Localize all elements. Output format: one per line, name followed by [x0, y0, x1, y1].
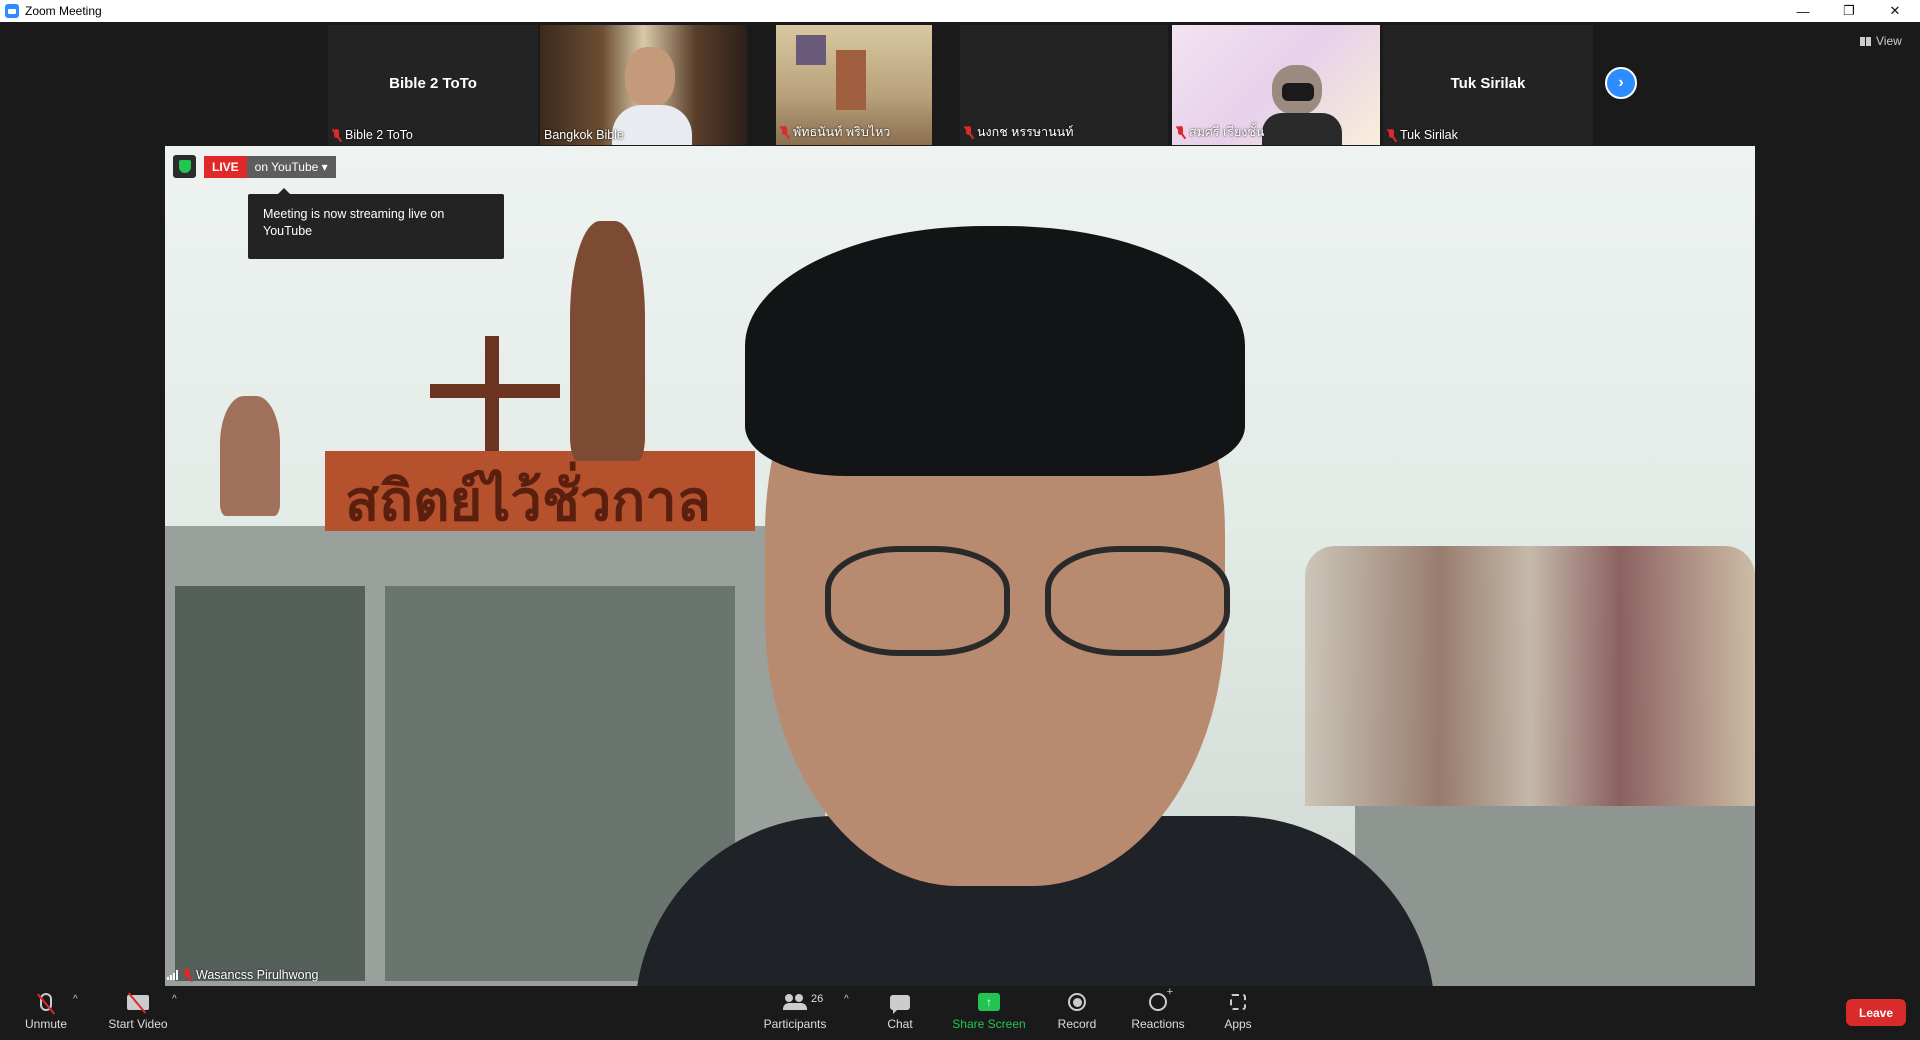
live-platform-label: on YouTube — [254, 159, 319, 174]
apps-label: Apps — [1224, 1017, 1252, 1031]
participant-tile[interactable]: พัทธนันท์ พริบไหว — [776, 25, 932, 145]
participant-label: Bangkok Bible — [544, 128, 624, 142]
participant-name: พัทธนันท์ พริบไหว — [793, 125, 891, 139]
participant-big-name: Bible 2 ToTo — [389, 75, 477, 92]
glasses — [1045, 546, 1230, 656]
share-screen-button[interactable]: ↑ Share Screen — [950, 990, 1028, 1038]
live-stream-indicator: LIVE on YouTube ▾ — [173, 155, 336, 178]
signal-strength-icon — [167, 970, 179, 980]
record-icon — [1068, 993, 1086, 1011]
participants-icon — [783, 994, 807, 1010]
participants-label: Participants — [763, 1017, 827, 1031]
face-mask — [1282, 83, 1314, 101]
view-button[interactable]: View — [1860, 34, 1902, 48]
unmute-label: Unmute — [24, 1017, 68, 1031]
reactions-label: Reactions — [1131, 1017, 1185, 1031]
zoom-app-icon — [5, 4, 19, 18]
next-page-arrow-icon[interactable]: › — [1605, 67, 1637, 99]
statue — [570, 221, 645, 461]
meeting-toolbar: Unmute ^ Start Video ^ Participants 26 ^… — [0, 986, 1920, 1040]
wall-picture — [836, 50, 866, 110]
participants-count: 26 — [811, 993, 824, 1005]
minimize-button[interactable]: — — [1780, 0, 1826, 22]
grid-view-icon — [1860, 36, 1871, 46]
background-sign-text: สถิตย์ไว้ชั่วกาล — [345, 468, 711, 534]
speaker-hair — [745, 226, 1245, 476]
share-screen-icon: ↑ — [978, 993, 1000, 1011]
record-button[interactable]: Record — [1055, 990, 1099, 1038]
participant-big-name: Tuk Sirilak — [1450, 75, 1526, 92]
restore-button[interactable]: ❐ — [1826, 0, 1872, 22]
live-platform-dropdown[interactable]: on YouTube ▾ — [246, 155, 336, 178]
record-label: Record — [1057, 1017, 1097, 1031]
audio-options-caret-icon[interactable]: ^ — [73, 994, 78, 1005]
mic-muted-icon — [332, 128, 341, 142]
active-speaker-label: Wasancss Pirulhwong — [167, 968, 319, 982]
share-screen-label: Share Screen — [952, 1017, 1026, 1031]
start-video-label: Start Video — [108, 1017, 168, 1031]
security-shield-icon[interactable] — [173, 155, 196, 178]
participant-face — [625, 47, 675, 107]
live-stream-tooltip: Meeting is now streaming live on YouTube — [248, 188, 504, 259]
reactions-button[interactable]: Reactions — [1130, 986, 1186, 1038]
title-bar: Zoom Meeting — ❐ ✕ — [0, 0, 1920, 22]
close-button[interactable]: ✕ — [1872, 0, 1918, 22]
mic-muted-icon — [1387, 128, 1396, 142]
cross — [430, 384, 560, 398]
active-speaker-video: สถิตย์ไว้ชั่วกาล — [165, 146, 1755, 986]
reactions-icon — [1149, 986, 1173, 1011]
participant-tile[interactable]: Tuk Sirilak Tuk Sirilak — [1383, 25, 1593, 145]
chat-icon — [890, 994, 910, 1014]
chat-label: Chat — [887, 1017, 913, 1031]
participant-label: Tuk Sirilak — [1387, 128, 1458, 142]
participant-name: นงกช หรรษานนท์ — [977, 125, 1074, 139]
start-video-button[interactable]: Start Video — [105, 990, 171, 1038]
participant-tile[interactable]: Bangkok Bible — [540, 25, 747, 145]
window-title: Zoom Meeting — [25, 4, 102, 18]
leave-button[interactable]: Leave — [1846, 999, 1906, 1026]
chevron-down-icon: ▾ — [321, 159, 328, 174]
participant-name: Bangkok Bible — [544, 128, 624, 142]
participant-label: Bible 2 ToTo — [332, 128, 413, 142]
participant-shirt — [1262, 113, 1342, 145]
view-label: View — [1876, 34, 1902, 48]
mic-muted-icon — [183, 968, 192, 982]
video-options-caret-icon[interactable]: ^ — [172, 994, 177, 1005]
mic-muted-icon — [964, 125, 973, 139]
unmute-button[interactable]: Unmute — [20, 990, 72, 1038]
bookshelf-compartment — [175, 586, 365, 981]
participant-label: พัทธนันท์ พริบไหว — [780, 122, 890, 142]
participant-tile[interactable]: สมศรี เรียงชั้น — [1172, 25, 1380, 145]
participant-tile[interactable]: Bible 2 ToTo Bible 2 ToTo — [328, 25, 538, 145]
participant-name: สมศรี เรียงชั้น — [1189, 125, 1265, 139]
participants-options-caret-icon[interactable]: ^ — [844, 994, 849, 1005]
speaker-name: Wasancss Pirulhwong — [196, 968, 319, 982]
chat-button[interactable]: Chat — [880, 990, 920, 1038]
glasses — [825, 546, 1010, 656]
participant-label: นงกช หรรษานนท์ — [964, 122, 1073, 142]
participant-name: Tuk Sirilak — [1400, 128, 1458, 142]
statue — [220, 396, 280, 516]
apps-button[interactable]: Apps — [1222, 990, 1254, 1038]
figurines — [1305, 546, 1755, 806]
participant-tile[interactable]: นงกช หรรษานนท์ — [960, 25, 1168, 145]
participant-shirt — [612, 105, 692, 145]
apps-icon — [1230, 994, 1246, 1010]
wall-picture — [796, 35, 826, 65]
mic-muted-icon — [780, 125, 789, 139]
live-badge: LIVE — [204, 155, 247, 178]
camera-off-icon — [127, 994, 149, 1010]
participant-name: Bible 2 ToTo — [345, 128, 413, 142]
participant-label: สมศรี เรียงชั้น — [1176, 122, 1264, 142]
mic-muted-icon — [1176, 125, 1185, 139]
microphone-muted-icon — [40, 993, 52, 1011]
